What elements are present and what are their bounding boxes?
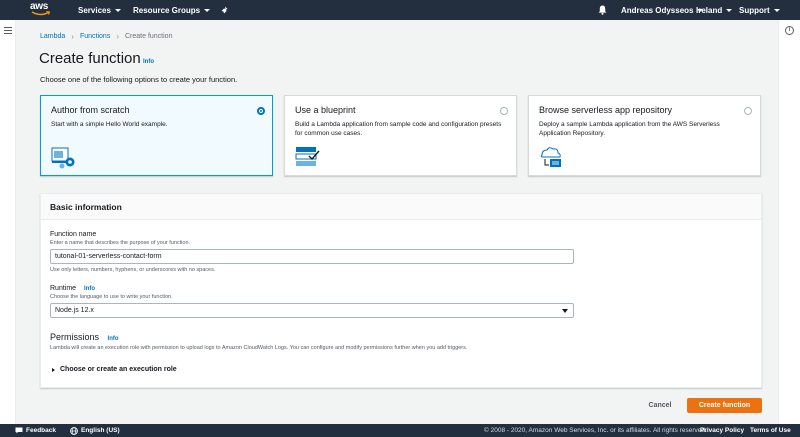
region-label: Ireland <box>696 5 723 15</box>
services-menu[interactable]: Services <box>78 0 121 20</box>
permissions-heading: Permissions Info <box>50 332 119 342</box>
terms-of-use-link[interactable]: Terms of Use <box>750 424 791 437</box>
account-name: Andreas Odysseos <box>621 5 694 15</box>
bell-icon <box>598 5 607 15</box>
chevron-down-icon <box>562 309 568 313</box>
option-radio[interactable] <box>744 107 752 115</box>
permissions-info-link[interactable]: Info <box>108 336 119 342</box>
left-side-rail <box>0 20 16 424</box>
option-description: Start with a simple Hello World example. <box>51 121 168 128</box>
pin-button[interactable] <box>221 0 229 20</box>
create-function-button[interactable]: Create function <box>687 398 762 413</box>
function-name-help: Enter a name that describes the purpose … <box>50 240 191 246</box>
function-name-input[interactable] <box>50 249 574 264</box>
panel-title: Basic information <box>50 202 122 212</box>
resource-groups-menu[interactable]: Resource Groups <box>133 0 211 20</box>
language-selector[interactable]: English (US) <box>70 424 120 437</box>
permissions-help: Lambda will create an execution role wit… <box>50 345 468 351</box>
pin-icon <box>221 6 228 14</box>
serverless-repository-illustration-icon <box>540 147 561 167</box>
globe-icon <box>70 426 78 435</box>
feedback-link[interactable]: Feedback <box>15 424 56 437</box>
top-navigation-bar: aws Services Resource Groups Andreas Ody… <box>0 0 800 20</box>
execution-role-expander[interactable]: Choose or create an execution role <box>52 366 177 373</box>
runtime-label-text: Runtime <box>50 285 77 292</box>
execution-role-label: Choose or create an execution role <box>60 366 177 373</box>
footer-bar: Feedback English (US) © 2008 - 2020, Ama… <box>0 424 800 437</box>
cancel-button[interactable]: Cancel <box>640 398 680 413</box>
privacy-policy-link[interactable]: Privacy Policy <box>700 424 744 437</box>
option-author-from-scratch[interactable]: Author from scratch Start with a simple … <box>40 95 273 176</box>
function-name-label: Function name <box>50 231 97 238</box>
speech-bubble-icon <box>15 427 23 434</box>
basic-information-panel: Basic information Function name Enter a … <box>40 193 762 388</box>
feedback-label: Feedback <box>26 427 56 434</box>
breadcrumb-lambda[interactable]: Lambda <box>40 33 65 40</box>
option-use-a-blueprint[interactable]: Use a blueprint Build a Lambda applicati… <box>284 95 517 176</box>
runtime-select[interactable]: Node.js 12.x <box>50 303 574 318</box>
page-title: Create function <box>39 50 141 67</box>
breadcrumb: Lambda › Functions › Create function <box>40 32 172 41</box>
breadcrumb-current: Create function <box>125 33 173 40</box>
language-label: English (US) <box>81 427 120 434</box>
option-description: Deploy a sample Lambda application from … <box>539 121 720 137</box>
chevron-down-icon <box>773 8 780 12</box>
panel-header: Basic information <box>41 194 761 220</box>
caret-right-icon <box>52 367 55 372</box>
services-label: Services <box>78 5 111 15</box>
option-title: Author from scratch <box>51 105 130 115</box>
runtime-label: Runtime Info <box>50 285 95 292</box>
aws-logo[interactable]: aws <box>30 1 54 19</box>
option-title: Use a blueprint <box>295 105 356 115</box>
option-description: Build a Lambda application from sample c… <box>295 121 502 137</box>
runtime-info-link[interactable]: Info <box>84 286 95 292</box>
title-info-link[interactable]: Info <box>143 59 154 65</box>
page-description: Choose one of the following options to c… <box>40 75 238 84</box>
runtime-help: Choose the language to use to write your… <box>50 294 173 300</box>
option-title: Browse serverless app repository <box>539 105 673 115</box>
function-name-constraint: Use only letters, numbers, hyphens, or u… <box>50 267 216 273</box>
permissions-label: Permissions <box>50 332 100 342</box>
breadcrumb-functions[interactable]: Functions <box>80 33 110 40</box>
option-browse-serverless-app-repository[interactable]: Browse serverless app repository Deploy … <box>528 95 761 176</box>
support-label: Support <box>739 5 770 15</box>
info-panel-icon[interactable]: i <box>785 26 794 35</box>
blueprint-illustration-icon <box>295 147 320 166</box>
aws-smile-icon <box>31 11 51 16</box>
option-radio[interactable] <box>257 107 265 115</box>
chevron-down-icon <box>204 8 211 12</box>
author-from-scratch-illustration-icon <box>51 147 75 169</box>
right-side-rail: i <box>778 20 800 424</box>
chevron-down-icon <box>114 8 121 12</box>
chevron-right-icon: › <box>71 32 74 41</box>
chevron-right-icon: › <box>116 32 119 41</box>
resource-groups-label: Resource Groups <box>133 5 201 15</box>
copyright-text: © 2008 - 2020, Amazon Web Services, Inc.… <box>484 427 707 434</box>
support-menu[interactable]: Support <box>739 0 780 20</box>
runtime-selected-value: Node.js 12.x <box>55 307 94 314</box>
option-radio[interactable] <box>500 107 508 115</box>
chevron-down-icon <box>726 8 733 12</box>
hamburger-menu-icon[interactable] <box>4 27 12 36</box>
region-menu[interactable]: Ireland <box>696 0 733 20</box>
account-menu[interactable]: Andreas Odysseos <box>621 0 704 20</box>
notifications-button[interactable] <box>598 0 607 20</box>
